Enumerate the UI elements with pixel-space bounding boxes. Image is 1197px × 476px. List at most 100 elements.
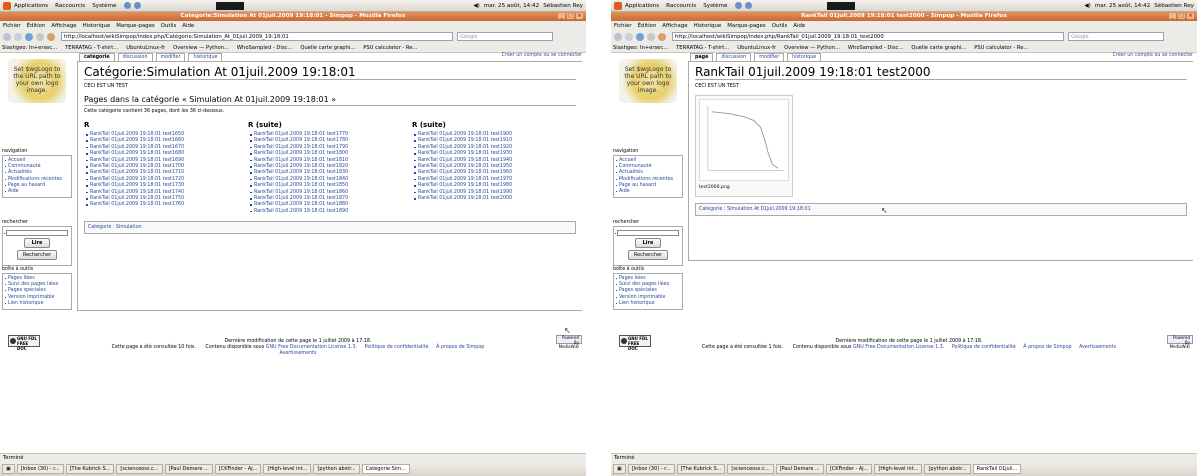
about-link[interactable]: À propos de Simpop [436, 345, 484, 350]
menu-tools[interactable]: Outils [161, 23, 177, 29]
bookmark-item[interactable]: TERRATAG - T-shirt... [65, 45, 118, 51]
maximize-icon[interactable]: □ [567, 13, 574, 19]
taskbar-button[interactable]: [The Kubrick S... [676, 464, 726, 474]
menu-places[interactable]: Raccourcis [55, 3, 85, 9]
tab-page[interactable]: page [690, 53, 714, 61]
bookmark-item[interactable]: Slashgeo: In+ersec... [2, 45, 57, 51]
mail-icon[interactable] [123, 2, 131, 9]
menu-bookmarks[interactable]: Marque-pages [116, 23, 154, 29]
taskbar-button[interactable]: [python abstr... [924, 464, 971, 474]
maximize-icon[interactable]: □ [1178, 13, 1185, 19]
tab-edit[interactable]: modifier [155, 53, 186, 61]
taskbar-button[interactable]: [python abstr... [313, 464, 360, 474]
bookmark-item[interactable]: UbuntuLinux-fr [126, 45, 165, 51]
menu-help[interactable]: Aide [182, 23, 194, 29]
bookmark-item[interactable]: PSU calculator - Re... [363, 45, 417, 51]
menu-edit[interactable]: Édition [27, 23, 46, 29]
privacy-link[interactable]: Politique de confidentialité [365, 345, 429, 350]
bookmark-item[interactable]: Quelle carte graphi... [911, 45, 966, 51]
menu-file[interactable]: Fichier [3, 23, 21, 29]
wiki-logo[interactable]: Set $wgLogo to the URL path to your own … [619, 59, 677, 103]
tab-category[interactable]: catégorie [79, 53, 115, 61]
close-icon[interactable]: × [1187, 13, 1194, 19]
user-name[interactable]: Sébastien Rey [1154, 3, 1194, 9]
taskbar-button[interactable]: Catégorie:Sim... [361, 464, 410, 474]
taskbar-button[interactable]: [CKFinder - Aj... [214, 464, 262, 474]
taskbar-button[interactable]: [The Kubrick S... [65, 464, 115, 474]
menu-edit[interactable]: Édition [638, 23, 657, 29]
forward-icon[interactable] [14, 32, 22, 41]
menu-history[interactable]: Historique [83, 23, 111, 29]
minimize-icon[interactable]: _ [1169, 13, 1176, 19]
wiki-logo[interactable]: Set $wgLogo to the URL path to your own … [8, 59, 66, 103]
window-title-bar[interactable]: Catégorie:Simulation At 01juil.2009 19:1… [0, 12, 586, 21]
menu-applications[interactable]: Applications [14, 3, 48, 9]
help-icon[interactable] [133, 2, 141, 9]
tab-edit[interactable]: modifier [754, 53, 785, 61]
close-icon[interactable]: × [576, 13, 583, 19]
stop-icon[interactable] [647, 32, 655, 41]
category-page-link[interactable]: RankTail 01juil.2009 19:18:01 test1890 [248, 209, 412, 215]
disclaimers-link[interactable]: Avertissements [1079, 345, 1116, 350]
volume-icon[interactable]: ◀) [473, 3, 479, 9]
wiki-search-input[interactable] [4, 230, 68, 236]
menu-applications[interactable]: Applications [625, 3, 659, 9]
tab-history[interactable]: historique [188, 53, 223, 61]
back-icon[interactable] [614, 32, 622, 41]
tab-discussion[interactable]: discussion [716, 53, 752, 61]
about-link[interactable]: À propos de Simpop [1023, 345, 1071, 350]
tab-discussion[interactable]: discussion [117, 53, 153, 61]
taskbar-button[interactable]: [High-level int... [874, 464, 923, 474]
toolbox-link[interactable]: Lien historique [5, 301, 69, 307]
home-icon[interactable] [658, 32, 666, 41]
menu-file[interactable]: Fichier [614, 23, 632, 29]
taskbar-button[interactable]: RankTail 01juil... [972, 464, 1022, 474]
menu-history[interactable]: Historique [694, 23, 722, 29]
menu-system[interactable]: Système [92, 3, 116, 9]
reload-icon[interactable] [636, 32, 644, 41]
taskbar-button[interactable]: [CKFinder - Aj... [825, 464, 873, 474]
license-link[interactable]: GNU Free Documentation License 1.3. [266, 345, 357, 350]
nav-link[interactable]: Aide [5, 189, 69, 195]
forward-icon[interactable] [625, 32, 633, 41]
volume-icon[interactable]: ◀) [1084, 3, 1090, 9]
tab-history[interactable]: historique [787, 53, 822, 61]
user-name[interactable]: Sébastien Rey [543, 3, 583, 9]
taskbar-button[interactable]: [Inbox (30) - r... [627, 464, 675, 474]
home-icon[interactable] [47, 32, 55, 41]
menu-help[interactable]: Aide [793, 23, 805, 29]
stop-icon[interactable] [36, 32, 44, 41]
category-page-link[interactable]: RankTail 01juil.2009 19:18:01 test1760 [84, 202, 248, 208]
menu-tools[interactable]: Outils [772, 23, 788, 29]
help-icon[interactable] [744, 2, 752, 9]
toolbox-link[interactable]: Lien historique [616, 301, 680, 307]
search-button[interactable]: Rechercher [628, 250, 668, 261]
go-button[interactable]: Lire [635, 238, 661, 249]
minimize-icon[interactable]: _ [558, 13, 565, 19]
bookmark-item[interactable]: WhoSampled - Disc... [237, 45, 292, 51]
menu-bookmarks[interactable]: Marque-pages [727, 23, 765, 29]
menu-view[interactable]: Affichage [662, 23, 687, 29]
mail-icon[interactable] [734, 2, 742, 9]
taskbar-button[interactable]: [Paul Demare ... [164, 464, 213, 474]
taskbar-button[interactable]: [High-level int... [263, 464, 312, 474]
menu-places[interactable]: Raccourcis [666, 3, 696, 9]
url-bar[interactable]: http://localhost/wikiSimpop/index.php/Ra… [672, 32, 1064, 41]
window-title-bar[interactable]: RankTail 01juil.2009 19:18:01 test2000 -… [611, 12, 1197, 21]
disclaimers-link[interactable]: Avertissements [44, 351, 552, 357]
clock[interactable]: mar. 25 août, 14:42 [1095, 3, 1150, 9]
reload-icon[interactable] [25, 32, 33, 41]
bookmark-item[interactable]: Slashgeo: In+ersec... [613, 45, 668, 51]
show-desktop-icon[interactable]: ▣ [613, 464, 626, 474]
bookmark-item[interactable]: PSU calculator - Re... [974, 45, 1028, 51]
mediawiki-badge[interactable]: Powered By MediaWiki [556, 335, 582, 349]
nav-link[interactable]: Aide [616, 189, 680, 195]
clock[interactable]: mar. 25 août, 14:42 [484, 3, 539, 9]
menu-view[interactable]: Affichage [51, 23, 76, 29]
wiki-search-input[interactable] [615, 230, 679, 236]
taskbar-button[interactable]: [scienceoss.c... [116, 464, 163, 474]
bookmark-item[interactable]: Overview — Python... [173, 45, 229, 51]
login-link[interactable]: Créer un compte ou se connecter [502, 53, 582, 58]
back-icon[interactable] [3, 32, 11, 41]
bookmark-item[interactable]: Overview — Python... [784, 45, 840, 51]
